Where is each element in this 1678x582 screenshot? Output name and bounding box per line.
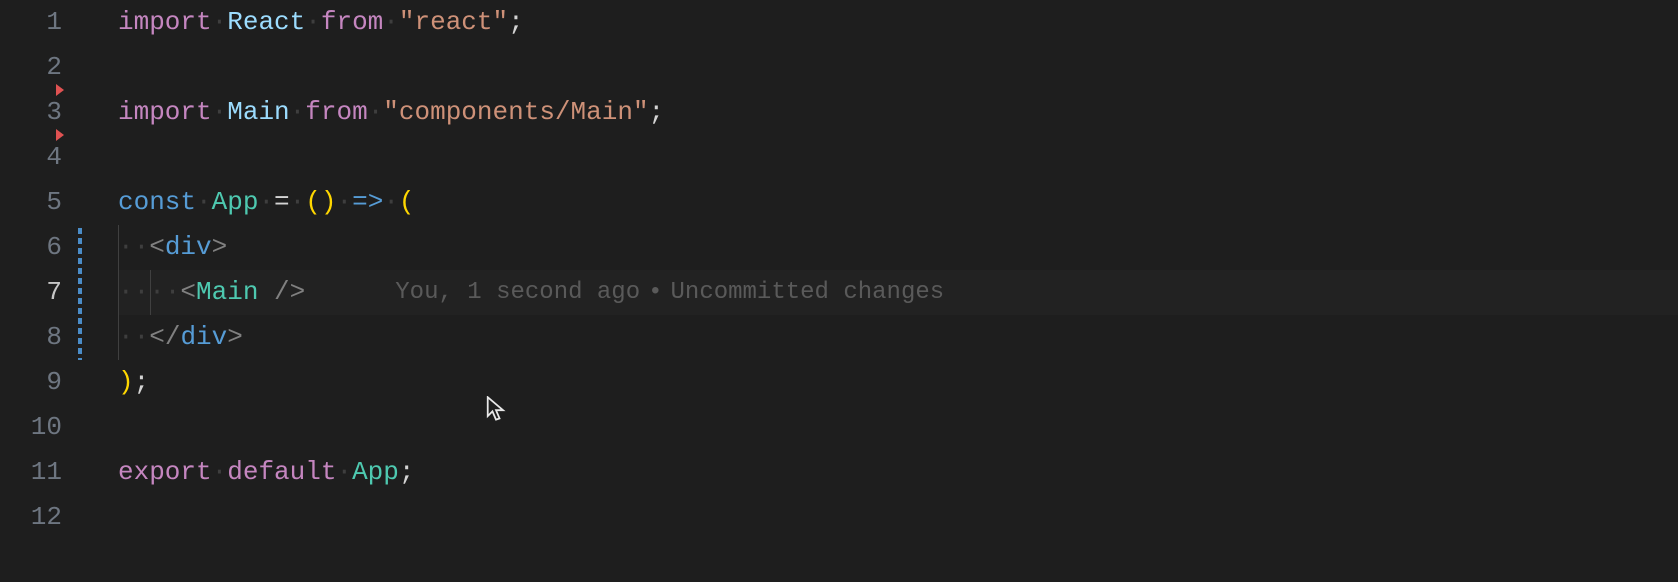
- whitespace: ·: [212, 450, 228, 495]
- semicolon: ;: [399, 450, 415, 495]
- arrow-function: =>: [352, 180, 383, 225]
- code-content[interactable]: import·React·from·"react"; import·Main·f…: [80, 0, 1678, 582]
- keyword-export: export: [118, 450, 212, 495]
- line-number[interactable]: 12: [0, 495, 62, 540]
- whitespace: ·: [368, 90, 384, 135]
- separator-dot: •: [648, 279, 662, 306]
- whitespace: ·: [336, 450, 352, 495]
- line-number[interactable]: 6: [0, 225, 62, 270]
- identifier: App: [352, 450, 399, 495]
- line-number[interactable]: 1: [0, 0, 62, 45]
- code-line[interactable]: );: [118, 360, 1678, 405]
- identifier: Main: [227, 90, 289, 135]
- keyword-from: from: [305, 90, 367, 135]
- jsx-close-bracket: >: [212, 225, 228, 270]
- whitespace: ·: [212, 0, 228, 45]
- code-line[interactable]: const·App·=·()·=>·(: [118, 180, 1678, 225]
- whitespace: ·: [212, 90, 228, 135]
- whitespace: ·: [336, 180, 352, 225]
- jsx-close-bracket: >: [227, 315, 243, 360]
- identifier: React: [227, 0, 305, 45]
- jsx-tag: div: [180, 315, 227, 360]
- whitespace: ··: [118, 315, 149, 360]
- whitespace: ·: [290, 90, 306, 135]
- blame-author: You, 1 second ago: [395, 279, 640, 306]
- jsx-open-bracket: </: [149, 315, 180, 360]
- keyword-const: const: [118, 180, 196, 225]
- whitespace: ·: [383, 0, 399, 45]
- line-number[interactable]: 7: [0, 270, 62, 315]
- code-line[interactable]: [118, 45, 1678, 90]
- jsx-component: Main: [196, 270, 258, 315]
- code-line[interactable]: [118, 135, 1678, 180]
- semicolon: ;: [508, 0, 524, 45]
- paren-open: (: [399, 180, 415, 225]
- string-literal: "components/Main": [383, 90, 648, 135]
- paren-close: ): [118, 360, 134, 405]
- diff-modified-indicator[interactable]: [78, 228, 82, 360]
- equals: =: [274, 180, 290, 225]
- whitespace: ·: [258, 180, 274, 225]
- jsx-open-bracket: <: [149, 225, 165, 270]
- whitespace: ·: [383, 180, 399, 225]
- jsx-tag: div: [165, 225, 212, 270]
- keyword-import: import: [118, 90, 212, 135]
- code-line[interactable]: [118, 405, 1678, 450]
- whitespace: ·: [290, 180, 306, 225]
- line-number[interactable]: 11: [0, 450, 62, 495]
- line-number[interactable]: 9: [0, 360, 62, 405]
- code-line[interactable]: ··<div>: [118, 225, 1678, 270]
- blame-status: Uncommitted changes: [671, 279, 945, 306]
- git-blame-annotation[interactable]: You, 1 second ago • Uncommitted changes: [395, 270, 944, 315]
- code-line[interactable]: [118, 495, 1678, 540]
- whitespace: ··: [118, 225, 149, 270]
- jsx-selfclose: />: [258, 270, 305, 315]
- parentheses: (): [305, 180, 336, 225]
- whitespace: ·: [305, 0, 321, 45]
- line-number[interactable]: 5: [0, 180, 62, 225]
- line-number[interactable]: 2: [0, 45, 62, 90]
- line-number[interactable]: 3: [0, 90, 62, 135]
- line-gutter: 1 2 3 4 5 6 7 8 9 10 11 12: [0, 0, 80, 582]
- code-line[interactable]: import·Main·from·"components/Main";: [118, 90, 1678, 135]
- whitespace: ·: [196, 180, 212, 225]
- line-number[interactable]: 10: [0, 405, 62, 450]
- semicolon: ;: [134, 360, 150, 405]
- keyword-from: from: [321, 0, 383, 45]
- code-line-current[interactable]: ····<Main />You, 1 second ago•Uncommitte…: [118, 270, 1678, 315]
- code-line[interactable]: export·default·App;: [118, 450, 1678, 495]
- string-literal: "react": [399, 0, 508, 45]
- code-line[interactable]: import·React·from·"react";: [118, 0, 1678, 45]
- code-editor[interactable]: 1 2 3 4 5 6 7 8 9 10 11 12 import·React·…: [0, 0, 1678, 582]
- code-line[interactable]: ··</div>: [118, 315, 1678, 360]
- jsx-open-bracket: <: [180, 270, 196, 315]
- keyword-import: import: [118, 0, 212, 45]
- line-number[interactable]: 8: [0, 315, 62, 360]
- semicolon: ;: [649, 90, 665, 135]
- keyword-default: default: [227, 450, 336, 495]
- line-number[interactable]: 4: [0, 135, 62, 180]
- identifier: App: [212, 180, 259, 225]
